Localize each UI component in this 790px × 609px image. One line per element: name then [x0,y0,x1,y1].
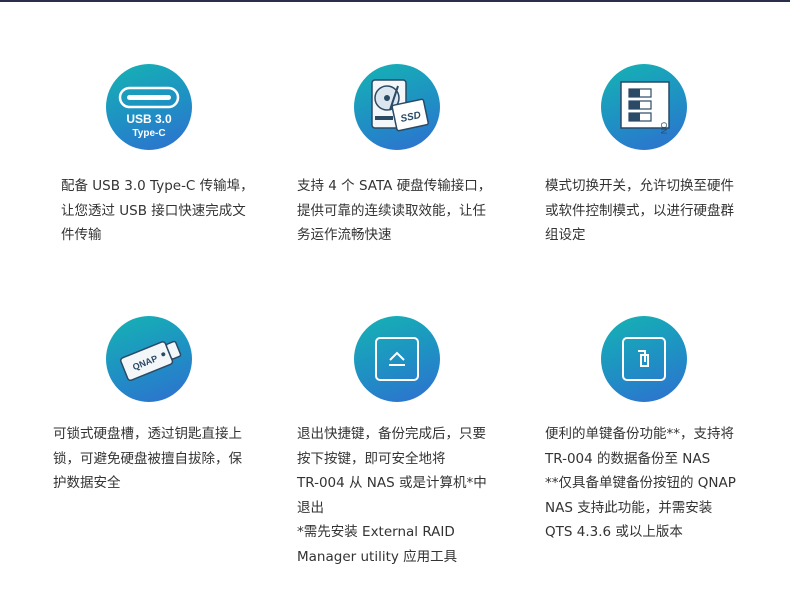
description-line: 退出 [297,499,324,516]
description-line: Manager utility 应用工具 [297,548,458,565]
description-line: 提供可靠的连续读取效能，让任 [297,202,486,219]
drive-tray-lock-icon: QNAP [106,316,192,402]
feature-mode-switch-description: 模式切换开关，允许切换至硬件 或软件控制模式，以进行硬盘群 组设定 [545,174,734,248]
description-line: 锁，可避免硬盘被擅自拔除，保 [53,450,242,467]
feature-one-touch-backup-description: 便利的单键备份功能**，支持将 TR-004 的数据备份至 NAS **仅具备单… [545,422,736,545]
feature-eject-description: 退出快捷键，备份完成后，只要 按下按键，即可安全地将 TR-004 从 NAS … [297,422,487,569]
description-line: NAS 支持此功能，并需安装 [545,499,713,516]
description-line: 护数据安全 [53,475,121,491]
description-line: 按下按键，即可安全地将 [297,450,446,467]
description-line: 让您透过 USB 接口快速完成文 [61,202,246,219]
copy-button-icon [601,316,687,402]
description-line: 或软件控制模式，以进行硬盘群 [545,202,734,219]
description-line: 可锁式硬盘槽，透过钥匙直接上 [53,426,242,442]
description-line: *需先安装 External RAID [297,524,455,540]
on-label: ON [659,122,668,134]
feature-sata-description: 支持 4 个 SATA 硬盘传输接口， 提供可靠的连续读取效能，让任 务运作流畅… [297,174,491,248]
description-line: 退出快捷键，备份完成后，只要 [297,426,486,442]
top-border [0,0,790,2]
description-line: 支持 4 个 SATA 硬盘传输接口， [297,178,492,194]
description-line: 务运作流畅快速 [297,227,392,243]
description-line: 模式切换开关，允许切换至硬件 [545,178,734,194]
hdd-ssd-icon: SSD [354,64,440,150]
description-line: 配备 USB 3.0 Type-C 传输埠， [61,178,254,194]
usb-c-icon: USB 3.0 Type-C [106,64,192,150]
description-line: TR-004 从 NAS 或是计算机*中 [297,475,487,491]
type-c-label: Type-C [132,128,165,139]
description-line: 组设定 [545,227,586,243]
eject-button-icon [354,316,440,402]
feature-lockable-tray-description: 可锁式硬盘槽，透过钥匙直接上 锁，可避免硬盘被擅自拔除，保 护数据安全 [53,422,242,496]
feature-usb-description: 配备 USB 3.0 Type-C 传输埠， 让您透过 USB 接口快速完成文 … [61,174,254,248]
dip-switch-icon: ON [601,64,687,150]
description-line: 便利的单键备份功能**，支持将 [545,426,734,442]
usb-label: USB 3.0 [126,112,172,126]
description-line: TR-004 的数据备份至 NAS [545,450,711,467]
description-line: 件传输 [61,227,102,243]
description-line: **仅具备单键备份按钮的 QNAP [545,475,736,491]
description-line: QTS 4.3.6 或以上版本 [545,524,683,540]
